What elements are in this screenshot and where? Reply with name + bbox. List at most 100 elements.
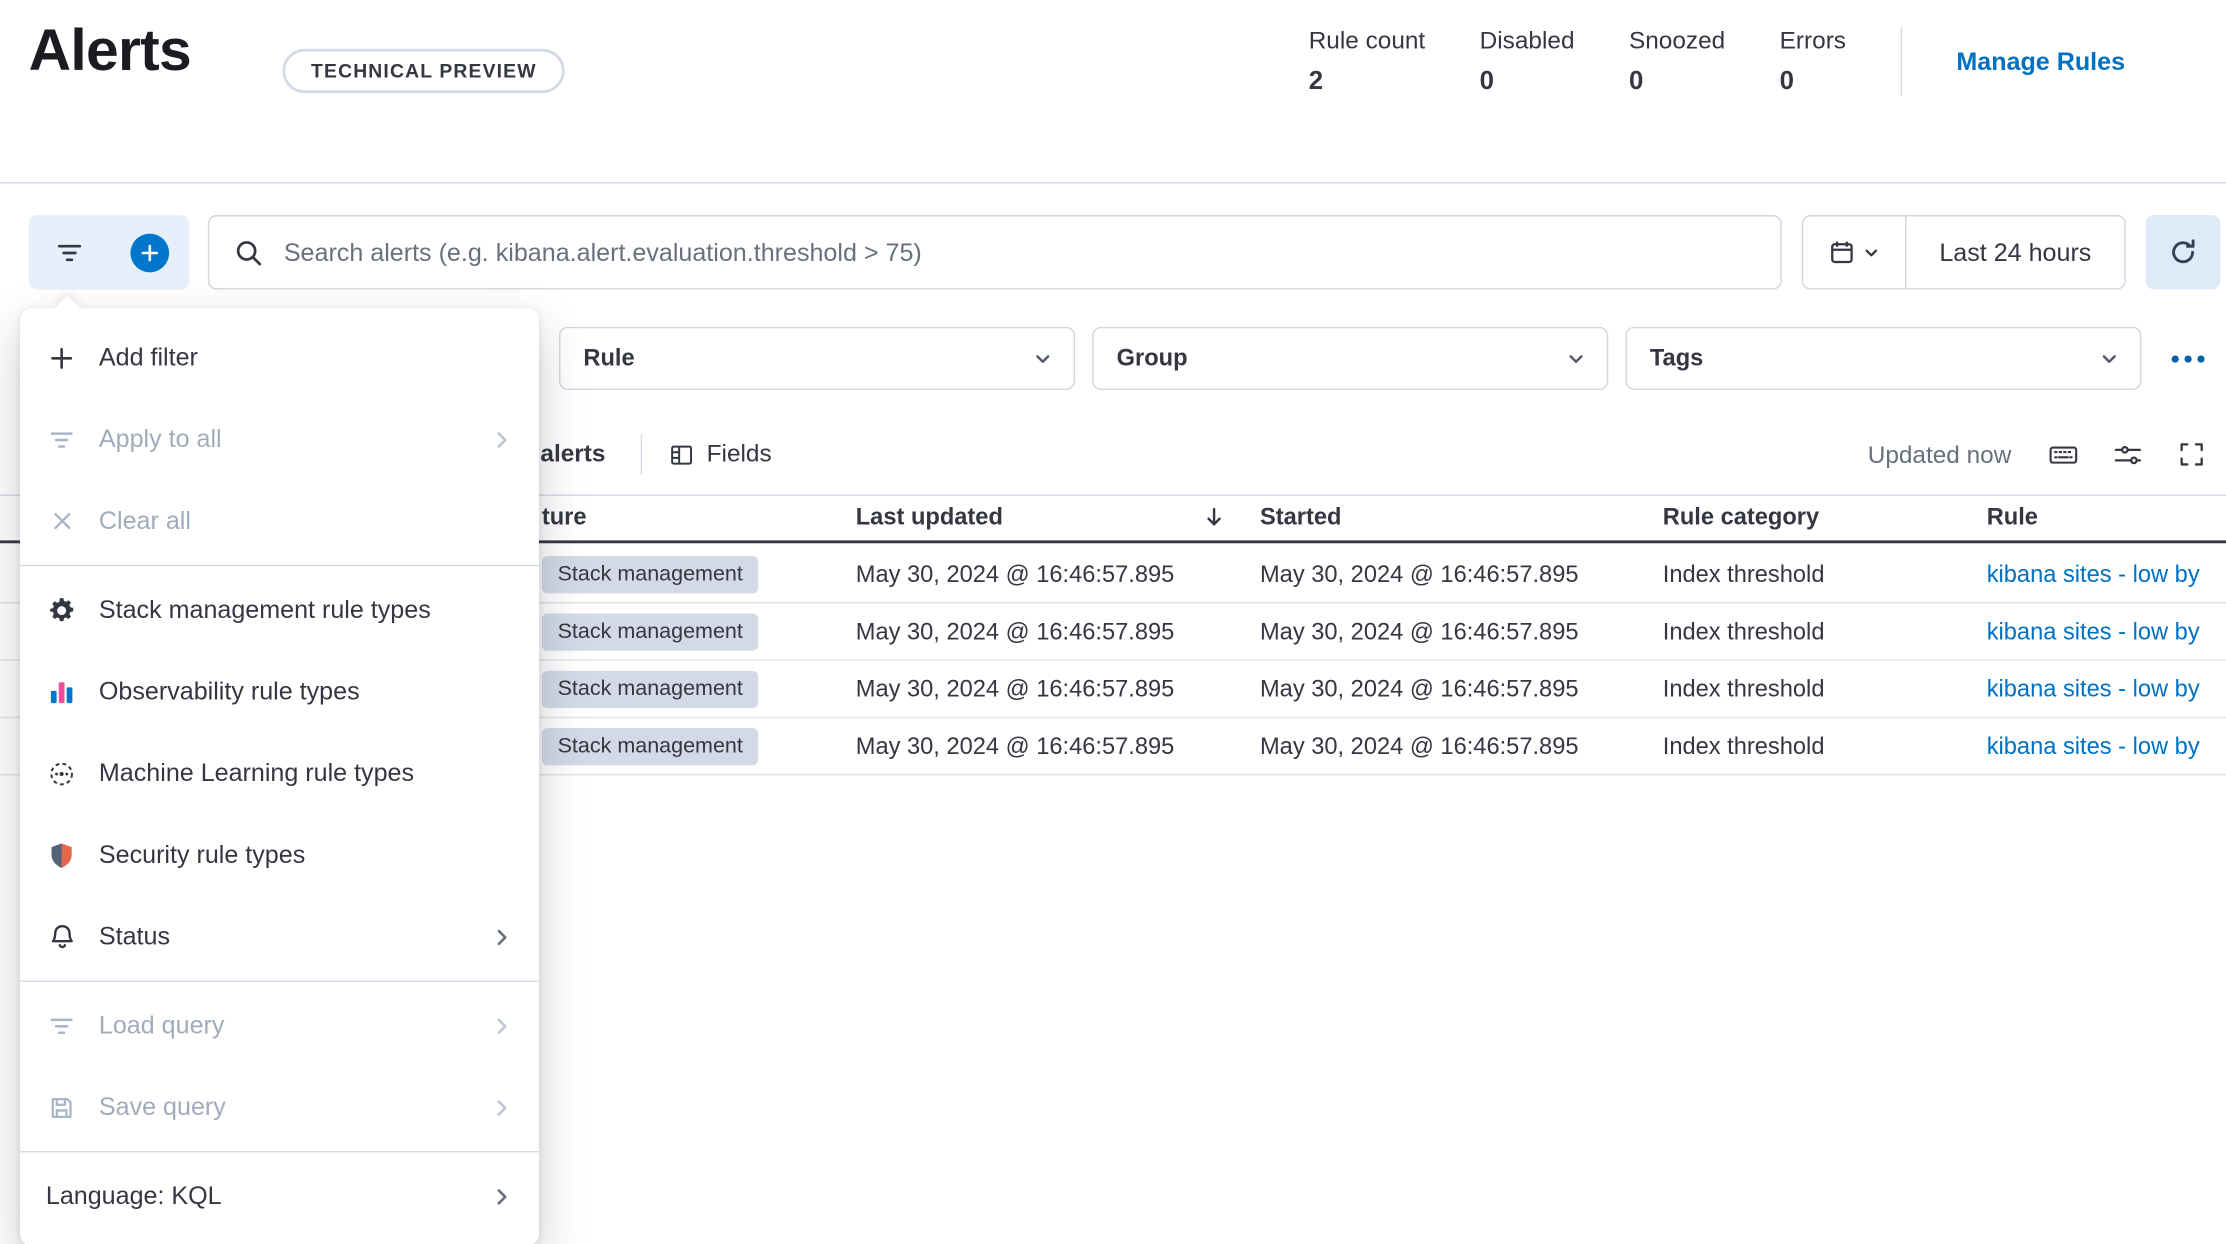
menu-item-clear-all[interactable]: Clear all	[20, 480, 539, 562]
tags-filter-select[interactable]: Tags	[1625, 326, 2142, 390]
chevron-right-icon	[490, 1096, 513, 1119]
page-title: Alerts	[28, 17, 192, 84]
menu-divider	[20, 564, 539, 567]
menu-item-observability-rule-types[interactable]: Observability rule types	[20, 650, 539, 733]
group-filter-label: Group	[1116, 344, 1188, 371]
security-icon	[46, 841, 78, 870]
keyboard-icon	[2048, 439, 2078, 469]
sort-down-icon	[1201, 505, 1227, 531]
filter-icon	[46, 426, 78, 452]
plus-in-circle-icon	[129, 232, 169, 272]
menu-item-apply-to-all[interactable]: Apply to all	[20, 398, 539, 481]
filters-popover: Add filter Apply to all Clear all Stack …	[20, 295, 539, 1244]
rule-filter-label: Rule	[583, 344, 635, 371]
calendar-icon	[1828, 239, 1854, 265]
save-icon	[46, 1094, 78, 1120]
filter-icon	[55, 239, 82, 266]
technical-preview-badge: TECHNICAL PREVIEW	[282, 48, 566, 94]
column-header-rule[interactable]: Rule	[1987, 496, 2038, 540]
filters-button[interactable]	[29, 215, 109, 290]
menu-item-status[interactable]: Status	[20, 895, 539, 978]
refresh-icon	[2169, 238, 2198, 267]
menu-item-machine-learning-rule-types[interactable]: Machine Learning rule types	[20, 732, 539, 815]
column-header-last-updated[interactable]: Last updated	[856, 496, 1003, 540]
cell-rule-category: Index threshold	[1662, 676, 1825, 703]
column-header-rule-category[interactable]: Rule category	[1663, 496, 1819, 540]
group-filter-select[interactable]: Group	[1092, 326, 1609, 390]
chevron-down-icon	[2098, 348, 2120, 370]
feature-badge: Stack management	[541, 670, 759, 709]
column-header-started[interactable]: Started	[1260, 496, 1342, 540]
chevron-down-icon	[1861, 243, 1880, 262]
display-options-button[interactable]	[2110, 437, 2144, 471]
sliders-icon	[2112, 439, 2142, 469]
cell-last-updated: May 30, 2024 @ 16:46:57.895	[855, 676, 1175, 703]
rule-filter-select[interactable]: Rule	[559, 326, 1076, 390]
fields-icon	[669, 442, 693, 466]
stats-divider	[1900, 27, 1902, 97]
search-box	[207, 215, 1782, 290]
date-picker: Last 24 hours	[1801, 215, 2126, 290]
chevron-down-icon	[1565, 348, 1587, 370]
cell-last-updated: May 30, 2024 @ 16:46:57.895	[855, 733, 1175, 760]
more-options-button[interactable]	[2159, 335, 2216, 381]
rule-link[interactable]: kibana sites - low by	[1987, 603, 2200, 660]
menu-item-add-filter[interactable]: Add filter	[20, 316, 539, 399]
menu-divider	[20, 980, 539, 982]
updated-status: Updated now	[1867, 441, 2012, 469]
rule-link[interactable]: kibana sites - low by	[1987, 661, 2200, 718]
stat-errors: Errors 0	[1779, 27, 1846, 95]
feature-badge: Stack management	[541, 728, 759, 766]
cell-rule-category: Index threshold	[1662, 619, 1825, 646]
menu-item-security-rule-types[interactable]: Security rule types	[20, 814, 539, 896]
cell-rule-category: Index threshold	[1662, 561, 1825, 588]
chevron-right-icon	[490, 1185, 513, 1208]
menu-item-load-query[interactable]: Load query	[20, 984, 539, 1067]
stat-disabled: Disabled 0	[1479, 27, 1575, 95]
cell-last-updated: May 30, 2024 @ 16:46:57.895	[855, 561, 1175, 588]
keyboard-shortcuts-button[interactable]	[2045, 437, 2079, 471]
cell-started: May 30, 2024 @ 16:46:57.895	[1259, 561, 1579, 588]
gear-icon	[46, 596, 78, 625]
filter-icon	[46, 1013, 78, 1039]
cell-started: May 30, 2024 @ 16:46:57.895	[1259, 676, 1579, 703]
column-header-feature[interactable]: ture	[542, 496, 587, 540]
cell-started: May 30, 2024 @ 16:46:57.895	[1259, 733, 1579, 760]
alerts-page: Alerts TECHNICAL PREVIEW Rule count 2 Di…	[0, 0, 2226, 1244]
menu-item-stack-management-rule-types[interactable]: Stack management rule types	[20, 569, 539, 651]
stat-rule-count: Rule count 2	[1308, 27, 1426, 95]
fullscreen-button[interactable]	[2174, 437, 2208, 471]
menu-divider	[20, 1151, 539, 1153]
tags-filter-label: Tags	[1649, 344, 1704, 371]
filter-button-group	[28, 215, 190, 290]
rule-link[interactable]: kibana sites - low by	[1987, 546, 2200, 603]
search-input[interactable]	[280, 235, 1758, 269]
alerts-count-label: alerts	[540, 440, 606, 468]
cell-last-updated: May 30, 2024 @ 16:46:57.895	[855, 619, 1175, 646]
boxes-horizontal-icon	[2170, 354, 2179, 362]
fields-button[interactable]: Fields	[669, 434, 772, 474]
machine-learning-icon	[46, 759, 78, 788]
feature-badge: Stack management	[541, 556, 759, 594]
date-picker-calendar-button[interactable]	[1803, 216, 1907, 289]
refresh-button[interactable]	[2145, 215, 2221, 290]
observability-icon	[46, 677, 78, 706]
plus-icon	[46, 345, 78, 371]
header-divider	[0, 182, 2226, 184]
add-filter-circle-button[interactable]	[109, 215, 189, 290]
menu-item-language-kql[interactable]: Language: KQL	[20, 1155, 539, 1238]
chevron-right-icon	[490, 428, 513, 451]
time-range-button[interactable]: Last 24 hours	[1906, 216, 2124, 288]
cross-icon	[46, 509, 78, 533]
cell-started: May 30, 2024 @ 16:46:57.895	[1259, 619, 1579, 646]
rule-link[interactable]: kibana sites - low by	[1987, 718, 2200, 775]
cell-rule-category: Index threshold	[1662, 733, 1825, 760]
feature-badge: Stack management	[541, 613, 759, 651]
chevron-right-icon	[490, 1014, 513, 1037]
stat-snoozed: Snoozed 0	[1628, 27, 1726, 95]
menu-item-save-query[interactable]: Save query	[20, 1066, 539, 1149]
chevron-down-icon	[1032, 348, 1054, 370]
search-icon	[235, 239, 262, 266]
manage-rules-link[interactable]: Manage Rules	[1956, 47, 2125, 77]
rule-stats: Rule count 2 Disabled 0 Snoozed 0 Errors…	[1308, 27, 2125, 97]
